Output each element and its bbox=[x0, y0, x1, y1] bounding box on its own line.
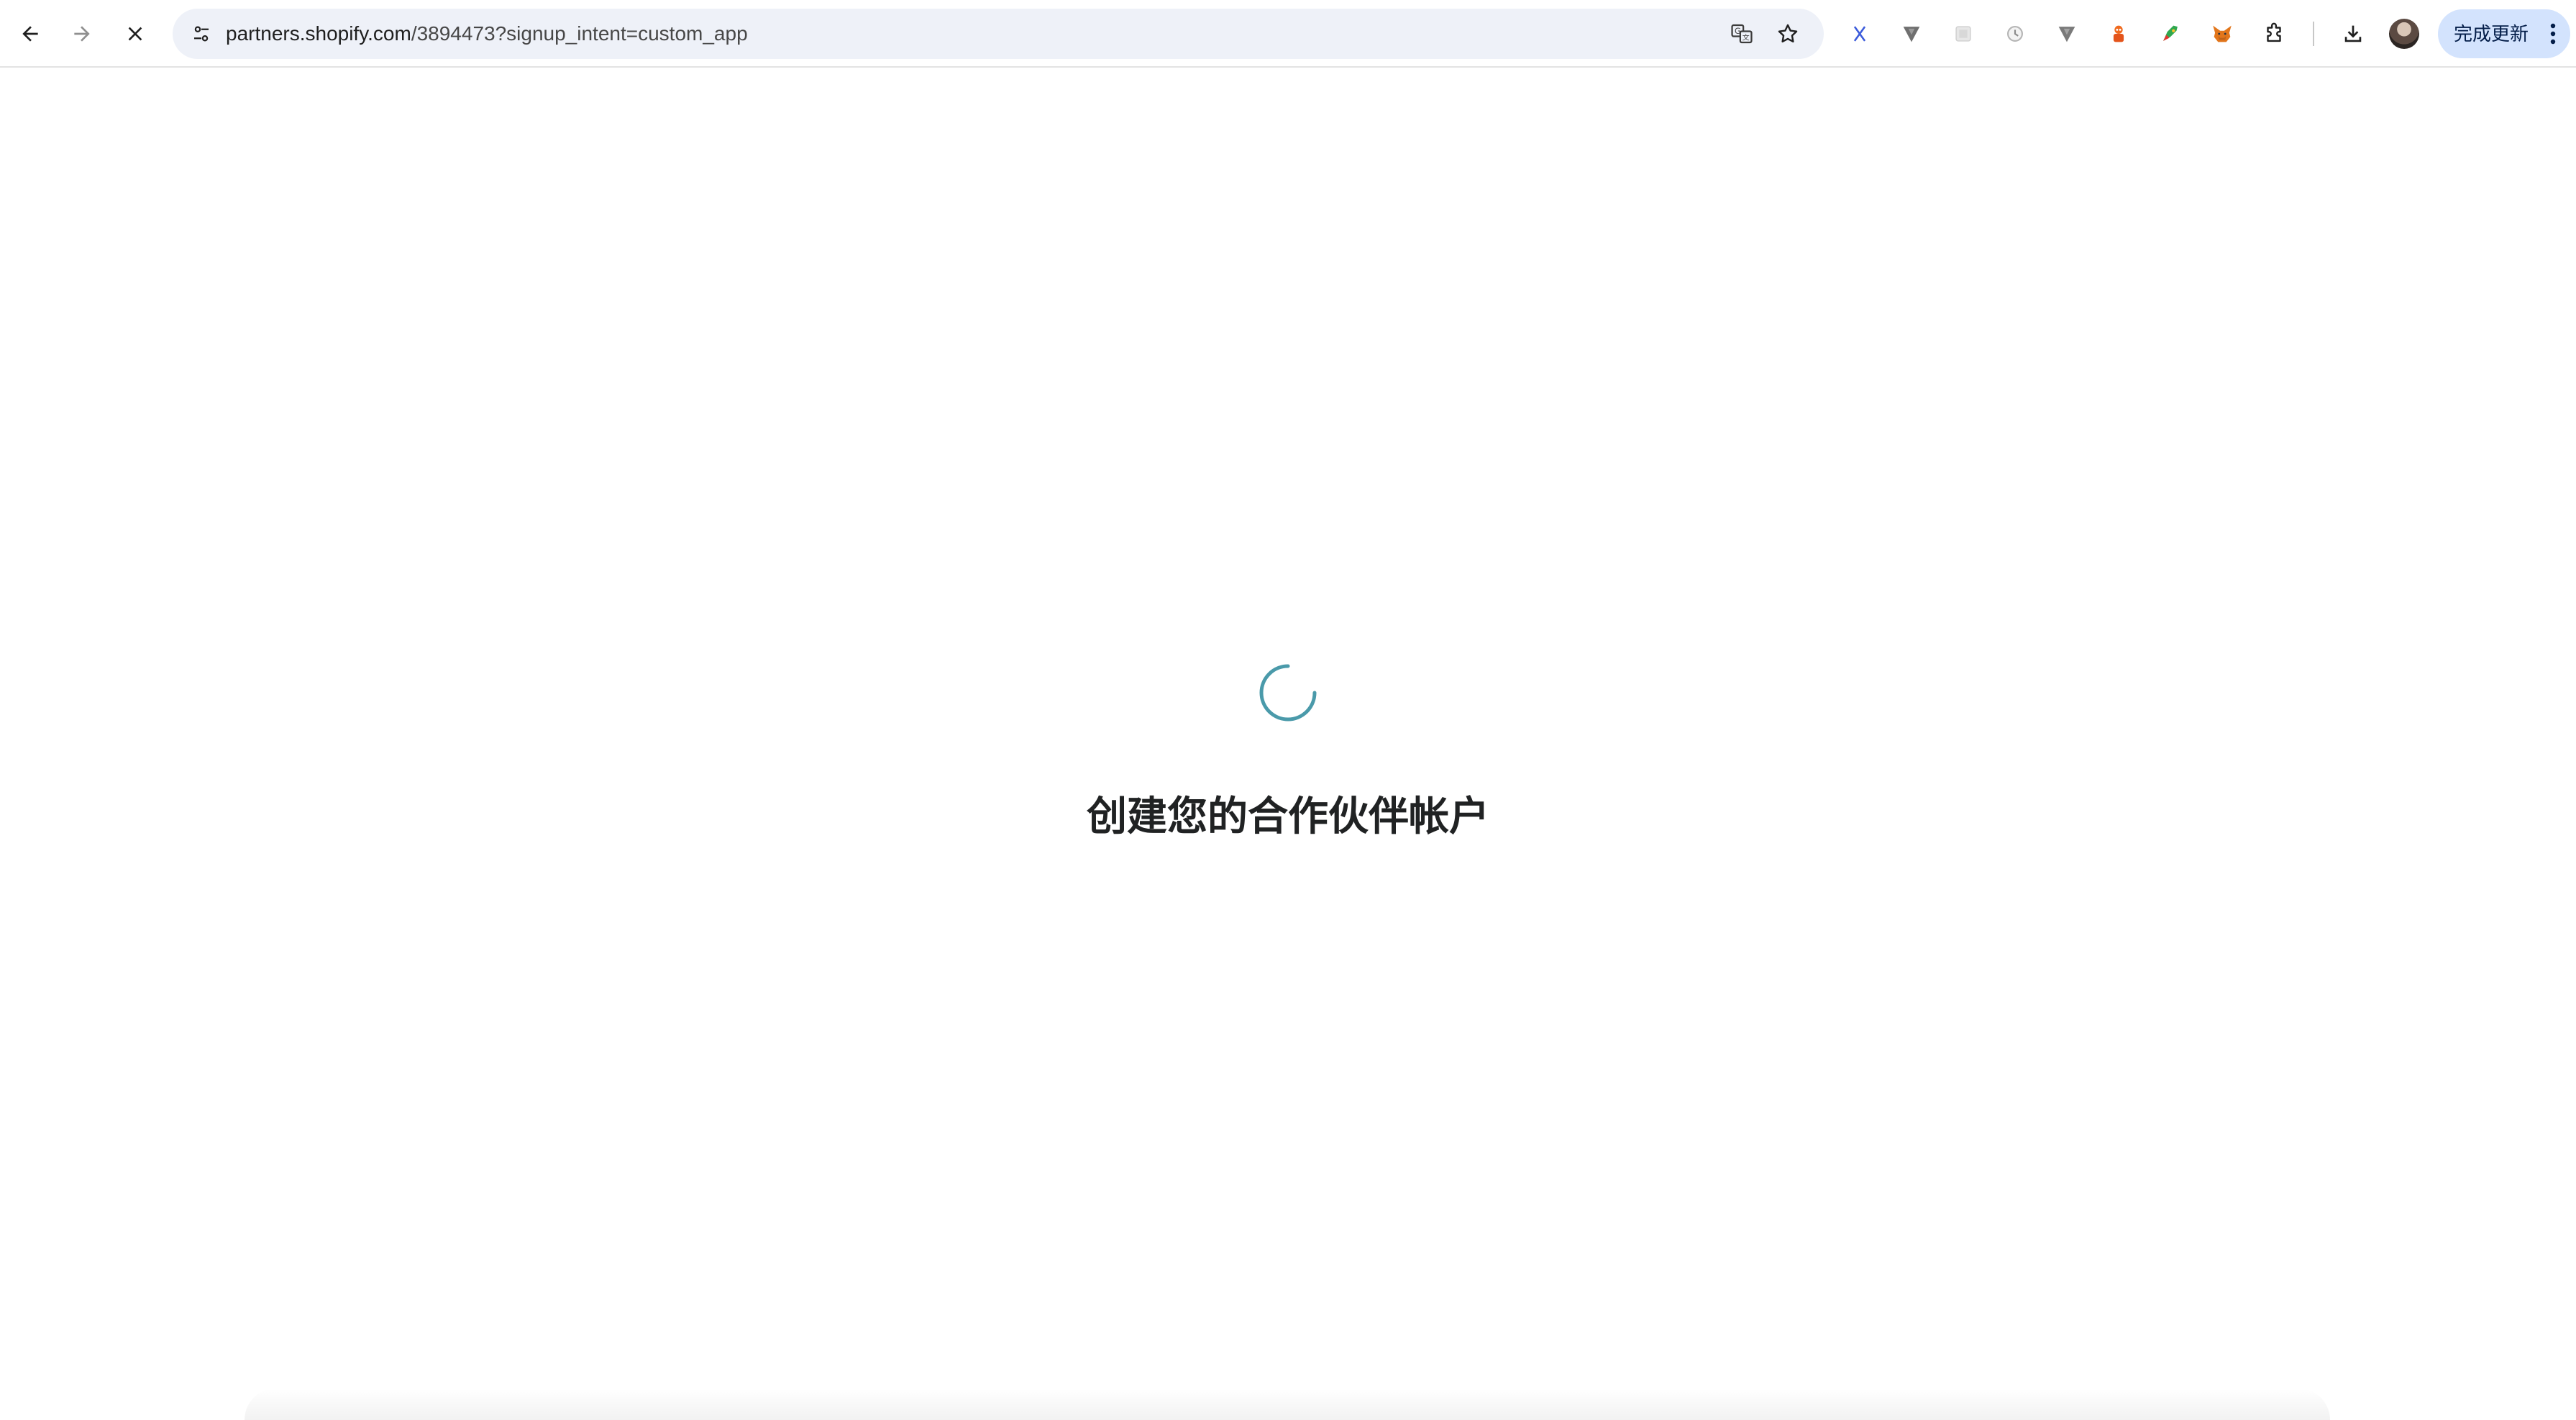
extension-v-icon[interactable] bbox=[1894, 17, 1929, 51]
puzzle-icon bbox=[2267, 22, 2281, 42]
v-shield-icon bbox=[1903, 27, 1920, 42]
stop-loading-button[interactable] bbox=[115, 14, 155, 54]
extension-robot-icon[interactable] bbox=[2101, 17, 2136, 51]
page-title: 创建您的合作伙伴帐户 bbox=[1087, 793, 1489, 840]
close-icon bbox=[128, 27, 142, 41]
arrow-left-icon bbox=[22, 26, 38, 42]
extension-clock-icon[interactable] bbox=[1998, 17, 2032, 51]
forward-button[interactable] bbox=[62, 14, 102, 54]
extension-x-icon[interactable] bbox=[1842, 17, 1877, 51]
extension-metamask-icon[interactable] bbox=[2205, 17, 2239, 51]
toolbar-divider bbox=[2313, 22, 2314, 46]
fox-icon bbox=[2213, 25, 2232, 42]
svg-text:文: 文 bbox=[1743, 33, 1750, 42]
x-letter-icon bbox=[1853, 26, 1866, 42]
extension-grid-icon[interactable] bbox=[1946, 17, 1981, 51]
url-text[interactable]: partners.shopify.com/3894473?signup_inte… bbox=[226, 9, 748, 59]
tune-icon bbox=[194, 26, 209, 42]
back-button[interactable] bbox=[10, 14, 50, 54]
browser-toolbar: partners.shopify.com/3894473?signup_inte… bbox=[0, 0, 2576, 68]
bottom-shadow bbox=[245, 1388, 2330, 1420]
update-button-label: 完成更新 bbox=[2454, 23, 2529, 45]
extension-rocket-icon[interactable] bbox=[2153, 17, 2188, 51]
grid-square-icon bbox=[1955, 26, 1971, 42]
extensions-button[interactable] bbox=[2257, 17, 2291, 51]
more-vert-icon bbox=[2550, 23, 2556, 45]
star-icon bbox=[1778, 24, 1798, 42]
bookmark-button[interactable] bbox=[1771, 17, 1805, 51]
downloads-button[interactable] bbox=[2336, 17, 2370, 51]
v-chevron-icon bbox=[2058, 27, 2075, 42]
orange-robot-icon bbox=[2113, 25, 2124, 42]
url-host: partners.shopify.com bbox=[226, 22, 411, 45]
url-path: /3894473?signup_intent=custom_app bbox=[411, 22, 748, 45]
loading-spinner-icon bbox=[1259, 664, 1317, 722]
download-icon bbox=[2344, 25, 2362, 42]
extension-v2-icon[interactable] bbox=[2050, 17, 2084, 51]
address-bar[interactable]: partners.shopify.com/3894473?signup_inte… bbox=[173, 9, 1824, 59]
site-info-button[interactable] bbox=[181, 14, 221, 54]
arrow-right-icon bbox=[74, 26, 90, 42]
clock-circle-icon bbox=[2007, 26, 2023, 42]
translate-icon: G 文 bbox=[1731, 24, 1753, 44]
rocket-icon bbox=[2163, 25, 2178, 41]
profile-avatar[interactable] bbox=[2389, 19, 2419, 49]
translate-button[interactable]: G 文 bbox=[1725, 17, 1759, 51]
update-button[interactable]: 完成更新 bbox=[2438, 9, 2570, 58]
